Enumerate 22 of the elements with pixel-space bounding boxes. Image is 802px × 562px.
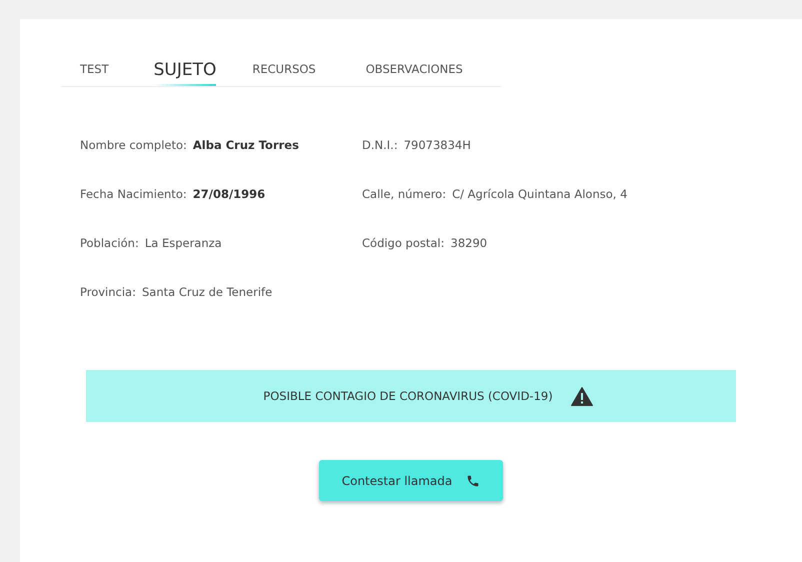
phone-icon xyxy=(466,474,480,488)
field-value: Alba Cruz Torres xyxy=(192,137,299,154)
field-label: Fecha Nacimiento: xyxy=(80,186,187,203)
field-label: Población: xyxy=(80,235,139,252)
alert-text: POSIBLE CONTAGIO DE CORONAVIRUS (COVID-19) xyxy=(263,389,553,403)
field-label: Provincia: xyxy=(80,284,136,301)
field-value: 27/08/1996 xyxy=(192,186,266,203)
field-label: Código postal: xyxy=(362,235,445,252)
field-value: 79073834H xyxy=(404,137,471,154)
field-value: Santa Cruz de Tenerife xyxy=(142,284,272,301)
tab[interactable]: SUJETO xyxy=(154,60,216,86)
field-label: Calle, número: xyxy=(362,186,446,203)
field-value: La Esperanza xyxy=(144,235,222,252)
answer-call-button[interactable]: Contestar llamada xyxy=(319,460,503,501)
tab[interactable]: RECURSOS xyxy=(252,62,316,86)
tab[interactable]: TEST xyxy=(80,62,109,86)
tab[interactable]: OBSERVACIONES xyxy=(366,62,463,86)
field-value: 38290 xyxy=(450,235,488,252)
warning-icon xyxy=(570,386,593,406)
field-label: D.N.I.: xyxy=(362,137,398,154)
field-label: Nombre completo: xyxy=(80,137,187,154)
field-value: C/ Agrícola Quintana Alonso, 4 xyxy=(452,186,628,203)
